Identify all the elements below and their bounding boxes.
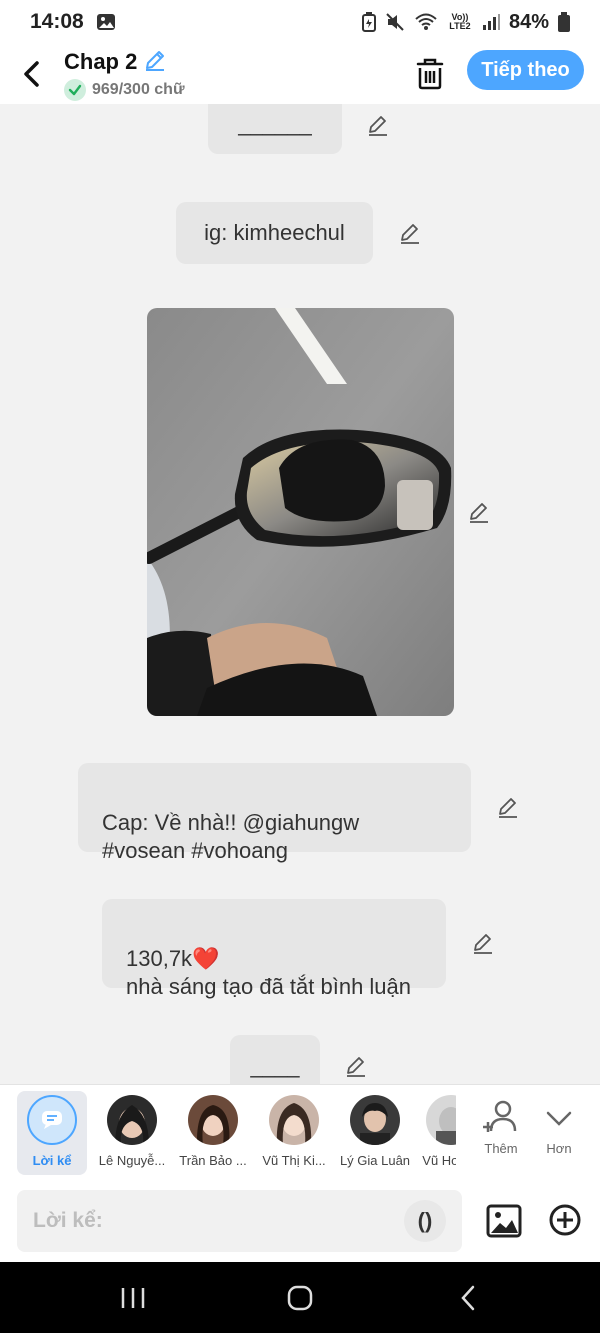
- chevron-left-icon: [24, 61, 39, 87]
- insert-image-button[interactable]: [484, 1201, 524, 1241]
- narration-avatar: [27, 1095, 77, 1145]
- message-text: ig: kimheechul: [204, 220, 345, 245]
- narration-chip[interactable]: Lời kể: [17, 1091, 87, 1175]
- edit-message-button[interactable]: [394, 217, 426, 249]
- message-bubble[interactable]: 130,7k❤️ nhà sáng tạo đã tắt bình luận: [102, 899, 446, 999]
- avatar: [188, 1095, 238, 1145]
- back-button[interactable]: [0, 44, 64, 104]
- system-back-button[interactable]: [438, 1278, 498, 1318]
- message-text: ______: [238, 111, 312, 136]
- edit-title-button[interactable]: [143, 48, 167, 77]
- message-text: 130,7k❤️ nhà sáng tạo đã tắt bình luận: [126, 946, 412, 999]
- pencil-icon: [474, 934, 492, 954]
- check-circle-icon: [64, 78, 86, 101]
- next-button[interactable]: Tiếp theo: [467, 50, 584, 90]
- pencil-icon: [470, 503, 488, 523]
- edit-message-button[interactable]: [362, 109, 394, 141]
- mute-icon: [386, 13, 404, 31]
- parenthesis-button[interactable]: (): [404, 1200, 446, 1242]
- message-image[interactable]: [147, 308, 454, 716]
- chip-label: Thêm: [484, 1141, 518, 1156]
- battery-icon: [558, 12, 570, 32]
- app-header: Chap 2 969/300 chữ Tiếp theo: [0, 44, 600, 104]
- avatar: [269, 1095, 319, 1145]
- chip-label: Trần Bảo ...: [179, 1153, 247, 1168]
- narration-input[interactable]: [33, 1209, 404, 1233]
- message-bubble[interactable]: ______: [208, 104, 342, 154]
- avatar: [350, 1095, 400, 1145]
- message-text: ____: [250, 1053, 300, 1078]
- chip-label: Lê Nguyễ...: [98, 1153, 166, 1168]
- chevron-down-icon: [546, 1111, 572, 1126]
- avatar: [426, 1095, 456, 1145]
- gallery-notification-icon: [96, 14, 115, 30]
- network-label: Vo)) LTE2: [449, 12, 471, 31]
- chip-label: Vũ Thị Ki...: [262, 1153, 326, 1168]
- pencil-icon: [347, 1057, 365, 1077]
- pencil-icon: [369, 116, 387, 136]
- chip-label: Lời kể: [32, 1153, 72, 1168]
- pencil-icon: [146, 50, 165, 71]
- back-icon: [461, 1285, 475, 1311]
- edit-message-button[interactable]: [492, 791, 524, 823]
- character-chip[interactable]: Vũ Thị Ki...: [254, 1091, 334, 1175]
- recent-apps-button[interactable]: [103, 1278, 163, 1318]
- chip-label: Lý Gia Luân: [339, 1153, 411, 1168]
- battery-saver-icon: [361, 12, 376, 32]
- add-person-icon: [483, 1100, 517, 1132]
- image-icon: [486, 1204, 522, 1238]
- system-nav-bar: [0, 1262, 600, 1333]
- signal-icon: [482, 14, 500, 30]
- status-time: 14:08: [30, 10, 84, 33]
- chip-label: Hơn: [546, 1141, 572, 1156]
- battery-percent: 84%: [508, 10, 549, 33]
- delete-button[interactable]: [412, 54, 448, 94]
- edit-message-button[interactable]: [463, 496, 495, 528]
- recent-apps-icon: [121, 1288, 145, 1308]
- word-count: 969/300 chữ: [92, 80, 185, 98]
- chat-area[interactable]: ______ ig: kimheechul Cap: Về nhà!! @gia…: [0, 104, 600, 1084]
- wifi-icon: [415, 13, 437, 30]
- message-bubble[interactable]: ig: kimheechul: [176, 202, 373, 264]
- message-bubble[interactable]: Cap: Về nhà!! @giahungw #vosean #vohoang: [78, 763, 471, 863]
- chapter-title: Chap 2: [64, 49, 138, 74]
- trash-icon: [416, 58, 444, 90]
- character-chip[interactable]: Vũ Hơ: [416, 1091, 456, 1175]
- more-button[interactable]: Hơn: [519, 1091, 599, 1175]
- pencil-icon: [499, 798, 517, 818]
- message-bubble[interactable]: ____: [230, 1035, 320, 1084]
- narration-input-box: (): [17, 1190, 462, 1252]
- composer: (): [0, 1180, 600, 1262]
- character-chip[interactable]: Lý Gia Luân: [335, 1091, 415, 1175]
- character-chip[interactable]: Lê Nguyễ...: [92, 1091, 172, 1175]
- chip-label: Vũ Hơ: [422, 1153, 456, 1168]
- home-icon: [287, 1285, 313, 1311]
- motorcycle-mirror-photo: [147, 308, 454, 716]
- status-bar: 14:08 Vo)) LTE2 84%: [0, 0, 600, 44]
- edit-message-button[interactable]: [340, 1050, 372, 1082]
- character-chip[interactable]: Trần Bảo ...: [173, 1091, 253, 1175]
- plus-circle-icon: [549, 1204, 581, 1236]
- message-text: Cap: Về nhà!! @giahungw #vosean #vohoang: [102, 810, 360, 863]
- character-selector: Lời kể Lê Nguyễ... Trần Bảo ... Vũ Thị K…: [0, 1084, 600, 1180]
- home-button[interactable]: [270, 1278, 330, 1318]
- pencil-icon: [401, 224, 419, 244]
- add-button[interactable]: [546, 1201, 584, 1239]
- avatar: [107, 1095, 157, 1145]
- edit-message-button[interactable]: [467, 927, 499, 959]
- chat-bubble-icon: [42, 1111, 62, 1129]
